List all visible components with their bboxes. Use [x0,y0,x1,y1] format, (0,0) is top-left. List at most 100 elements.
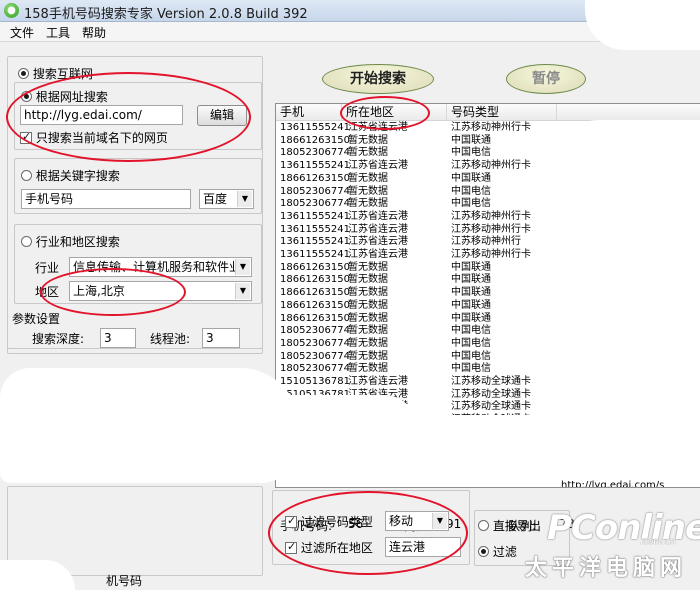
watermark: PConline .com.cn 太平洋电脑网 [505,500,700,600]
radio-industry-search[interactable] [21,236,32,247]
filter-type-label: 过滤号码类型 [300,515,373,529]
app-icon: ● [4,3,19,18]
cell-phone: 18661263150 [280,172,350,184]
edit-button[interactable]: 编辑 [197,105,247,126]
radio-direct-export[interactable] [478,520,489,531]
cell-region: 暂无数据 [348,299,388,311]
cell-region: 江苏省连云港 [348,160,408,172]
search-internet-option[interactable]: 搜索互联网 [18,65,93,82]
start-search-button[interactable]: 开始搜索 [322,64,434,94]
watermark-cn: 太平洋电脑网 [525,556,688,581]
cell-phone: 18661263150 [280,312,350,324]
url-fragment: http://lyg.edai.com/s [561,480,665,488]
cell-region: 暂无数据 [348,312,388,324]
cell-region: 暂无数据 [348,185,388,197]
region-select[interactable]: 上海,北京 ▼ [69,281,252,301]
column-header-type[interactable]: 号码类型 [447,104,557,121]
cell-phone: 18661263150 [280,134,350,146]
filter-region-option[interactable]: 过滤所在地区 [285,539,373,556]
menu-tools[interactable]: 工具 [44,24,72,41]
filter-type-checkbox[interactable] [285,514,297,528]
depth-input[interactable]: 3 [100,328,136,348]
column-header-region[interactable]: 所在地区 [342,104,447,121]
domain-only-option[interactable]: 只搜索当前域名下的网页 [20,129,168,146]
cell-phone: 18052306774 [280,363,350,375]
keyword-search-group: 根据关键字搜索 手机号码 百度 ▼ [14,158,262,214]
search-engine-value: 百度 [203,192,228,206]
menu-help[interactable]: 帮助 [80,24,108,41]
cell-type: 江苏移动全球通卡 [451,388,531,400]
industry-select[interactable]: 信息传输、计算机服务和软件业 ▼ [69,257,252,277]
params-group: 参数设置 搜索深度: 3 线程池: 3 [7,310,263,354]
chevron-down-icon[interactable]: ▼ [235,259,250,275]
watermark-logo: PConline [547,508,700,548]
cell-type: 江苏移动全球通卡 [451,376,531,387]
cell-region: 江苏省连云港 [348,376,408,387]
domain-only-checkbox[interactable] [20,130,32,144]
menu-file[interactable]: 文件 [8,24,36,41]
cell-region: 暂无数据 [348,274,388,286]
url-input[interactable]: http://lyg.edai.com/ [20,105,183,125]
cell-phone: 13611555241 [280,122,350,133]
cell-type: 中国联通 [451,312,491,324]
threads-input[interactable]: 3 [202,328,240,348]
cell-region: 江苏省连云港 [348,236,408,248]
industry-search-label: 行业和地区搜索 [35,235,120,249]
chevron-down-icon[interactable]: ▼ [235,283,250,299]
radio-filter-export[interactable] [478,546,489,557]
search-options-panel: 搜索互联网 根据网址搜索 http://lyg.edai.com/ 编辑 只搜索… [2,46,266,602]
cell-region: 暂无数据 [348,172,388,184]
cell-type: 江苏移动全球通卡 [451,401,531,413]
keyword-search-option[interactable]: 根据关键字搜索 [21,167,120,184]
search-engine-select[interactable]: 百度 ▼ [199,189,254,209]
cell-phone: 18052306774 [280,350,350,362]
filter-region-checkbox[interactable] [285,540,297,554]
chevron-down-icon[interactable]: ▼ [432,513,447,529]
radio-search-internet[interactable] [18,68,29,79]
erased-area [235,395,415,455]
cell-region: 江苏省连云港 [348,210,408,222]
region-label: 地区 [35,285,60,299]
industry-search-group: 行业和地区搜索 行业 信息传输、计算机服务和软件业 ▼ 地区 上海,北京 ▼ [14,224,262,304]
radio-url-search[interactable] [21,91,32,102]
url-search-label: 根据网址搜索 [35,90,108,104]
depth-label: 搜索深度: [32,332,85,346]
cell-phone: 18661263150 [280,261,350,273]
cell-type: 中国电信 [451,185,491,197]
cell-type: 江苏移动神州行 [451,236,521,248]
cell-phone: 15105136781 [280,376,350,387]
chevron-down-icon[interactable]: ▼ [237,191,252,207]
cell-phone: 13611555241 [280,210,350,222]
pause-button[interactable]: 暂停 [506,64,586,94]
url-search-option[interactable]: 根据网址搜索 [21,88,108,105]
cell-type: 中国联通 [451,172,491,184]
phone-number-fragment: 机号码 [106,574,143,588]
erased-area [0,560,75,607]
cell-phone: 13611555241 [280,249,350,260]
watermark-domain: .com.cn [640,537,676,547]
url-search-group: 根据网址搜索 http://lyg.edai.com/ 编辑 只搜索当前域名下的… [14,82,262,150]
industry-search-option[interactable]: 行业和地区搜索 [21,233,120,250]
window-title: 158手机号码搜索专家 Version 2.0.8 Build 392 [24,7,308,22]
domain-only-label: 只搜索当前域名下的网页 [35,131,168,145]
filter-type-value: 移动 [389,514,414,528]
column-header-phone[interactable]: 手机 [276,104,342,121]
keyword-search-label: 根据关键字搜索 [35,169,120,183]
erased-area [585,0,700,50]
filter-type-option[interactable]: 过滤号码类型 [285,513,373,530]
cell-type: 中国电信 [451,337,491,349]
table-header: 手机 所在地区 号码类型 [276,104,700,121]
cell-phone: 18052306774 [280,325,350,337]
keyword-input[interactable]: 手机号码 [21,189,191,209]
cell-type: 中国电信 [451,198,491,210]
region-value: 上海,北京 [73,284,125,298]
params-title: 参数设置 [10,310,63,327]
filter-type-select[interactable]: 移动 ▼ [385,511,449,531]
cell-region: 暂无数据 [348,198,388,210]
filter-region-input[interactable]: 连云港 [385,537,461,557]
cell-type: 江苏移动神州行卡 [451,122,531,133]
cell-phone: 18052306774 [280,198,350,210]
radio-keyword-search[interactable] [21,170,32,181]
cell-region: 暂无数据 [348,134,388,146]
cell-phone: 18052306774 [280,337,350,349]
